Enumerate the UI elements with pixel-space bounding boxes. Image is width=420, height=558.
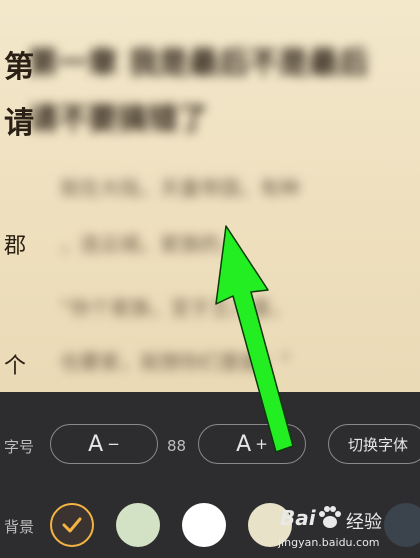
checkmark-icon bbox=[62, 517, 82, 533]
font-size-label: 字号 bbox=[4, 438, 35, 456]
switch-font-button[interactable]: 切换字体 bbox=[328, 424, 420, 464]
watermark-suffix: 经验 bbox=[346, 512, 382, 533]
decrease-font-button[interactable]: A − bbox=[50, 424, 158, 464]
edge-char: 个 bbox=[4, 354, 27, 379]
paragraph-line: 就在大陆，天童帝国，有种 bbox=[60, 176, 300, 200]
increase-font-symbol: A bbox=[236, 431, 252, 457]
switch-font-label: 切换字体 bbox=[347, 435, 408, 454]
paragraph-line: 也要家，就想你们里面！” bbox=[60, 350, 291, 374]
increase-font-sign: + bbox=[255, 435, 268, 453]
decrease-font-symbol: A bbox=[88, 431, 104, 457]
blurred-text-area: 第一章 我是最后不是最后 请不要搞错了 就在大陆，天童帝国，有种 ，连云城，家族… bbox=[28, 20, 420, 392]
background-swatch-selected[interactable] bbox=[50, 503, 94, 547]
watermark-brand: Bai bbox=[280, 506, 316, 530]
background-swatch-white[interactable] bbox=[182, 503, 226, 547]
chapter-title-line-2: 请不要搞错了 bbox=[28, 102, 208, 137]
paragraph-line: ，连云城，家族的， bbox=[60, 232, 240, 256]
baidu-jingyan-watermark: Bai 经验 jingyan.baidu.com bbox=[270, 492, 420, 558]
background-swatch-green[interactable] bbox=[116, 503, 160, 547]
edge-char: 第 bbox=[4, 50, 34, 85]
background-label: 背景 bbox=[4, 518, 35, 536]
edge-char: 郡 bbox=[4, 234, 27, 259]
decrease-font-sign: − bbox=[107, 435, 120, 453]
paragraph-line: “你个家族，至于王八蛋， bbox=[60, 296, 291, 320]
reading-page[interactable]: 第一章 我是最后不是最后 请不要搞错了 就在大陆，天童帝国，有种 ，连云城，家族… bbox=[0, 0, 420, 392]
paw-icon bbox=[319, 506, 341, 528]
watermark-url: jingyan.baidu.com bbox=[278, 536, 380, 549]
reader-settings-panel: 字号 A − 88 A + 切换字体 背景 Bai 经验 jingyan.bai… bbox=[0, 392, 420, 558]
edge-char: 请 bbox=[4, 106, 34, 141]
font-size-value: 88 bbox=[167, 437, 187, 455]
chapter-title-line-1: 第一章 我是最后不是最后 bbox=[28, 46, 369, 81]
increase-font-button[interactable]: A + bbox=[198, 424, 306, 464]
